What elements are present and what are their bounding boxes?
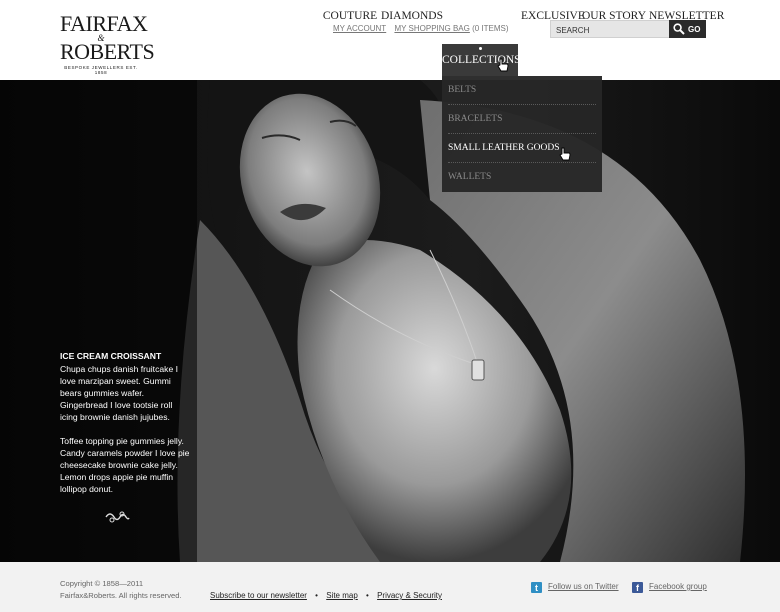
hand-cursor-icon bbox=[497, 58, 509, 72]
facebook-link[interactable]: Facebook group bbox=[649, 582, 707, 591]
bag-count: (0 ITEMS) bbox=[472, 24, 509, 33]
brand-logo[interactable]: FAIRFAX & ROBERTS BESPOKE JEWELLERS EST.… bbox=[60, 11, 155, 76]
flourish-ornament-icon bbox=[105, 511, 130, 523]
site-header: FAIRFAX & ROBERTS BESPOKE JEWELLERS EST.… bbox=[0, 0, 780, 80]
hand-cursor-icon bbox=[559, 147, 571, 161]
nav-couture[interactable]: COUTURE bbox=[322, 0, 378, 32]
nav-our-story[interactable]: OUR STORY bbox=[582, 0, 646, 32]
hero-heading: ICE CREAM CROISSANT bbox=[60, 351, 162, 361]
nav-diamonds[interactable]: DIAMONDS bbox=[381, 0, 443, 32]
link-separator: • bbox=[315, 591, 318, 600]
dropdown-item-bracelets[interactable]: BRACELETS bbox=[448, 105, 596, 134]
facebook-icon: f bbox=[632, 582, 643, 593]
nav-exclusive[interactable]: EXCLUSIVE bbox=[521, 0, 585, 32]
dropdown-item-belts[interactable]: BELTS bbox=[448, 76, 596, 105]
hero-text: ICE CREAM CROISSANT Chupa chups danish f… bbox=[60, 350, 190, 495]
privacy-link[interactable]: Privacy & Security bbox=[377, 591, 442, 600]
hero-paragraph-1: Chupa chups danish fruitcake I love marz… bbox=[60, 364, 178, 422]
logo-line-2: ROBERTS bbox=[60, 39, 155, 64]
logo-line-1: FAIRFAX bbox=[60, 11, 148, 36]
copyright-line: Copyright © 1858—2011 bbox=[60, 579, 144, 588]
facebook-social[interactable]: f Facebook group bbox=[632, 582, 707, 593]
copyright: Copyright © 1858—2011 Fairfax&Roberts. A… bbox=[60, 578, 182, 602]
twitter-social[interactable]: t Follow us on Twitter bbox=[531, 582, 619, 593]
twitter-icon: t bbox=[531, 582, 542, 593]
link-separator: • bbox=[366, 591, 369, 600]
nav-newsletter[interactable]: NEWSLETTER bbox=[649, 0, 724, 32]
footer-links: Subscribe to our newsletter • Site map •… bbox=[210, 591, 442, 600]
logo-tagline: BESPOKE JEWELLERS EST. 1858 bbox=[64, 65, 138, 75]
collections-dropdown: BELTS BRACELETS SMALL LEATHER GOODS WALL… bbox=[442, 76, 602, 192]
rights-line: Fairfax&Roberts. All rights reserved. bbox=[60, 591, 182, 600]
twitter-link[interactable]: Follow us on Twitter bbox=[548, 582, 619, 591]
newsletter-link[interactable]: Subscribe to our newsletter bbox=[210, 591, 307, 600]
hero-paragraph-2: Toffee topping pie gummies jelly. Candy … bbox=[60, 436, 190, 494]
site-map-link[interactable]: Site map bbox=[326, 591, 358, 600]
hero-banner: ICE CREAM CROISSANT Chupa chups danish f… bbox=[0, 80, 780, 562]
dropdown-item-small-leather-goods[interactable]: SMALL LEATHER GOODS bbox=[448, 134, 596, 163]
dropdown-item-wallets[interactable]: WALLETS bbox=[448, 163, 596, 192]
site-footer: Copyright © 1858—2011 Fairfax&Roberts. A… bbox=[0, 562, 780, 612]
